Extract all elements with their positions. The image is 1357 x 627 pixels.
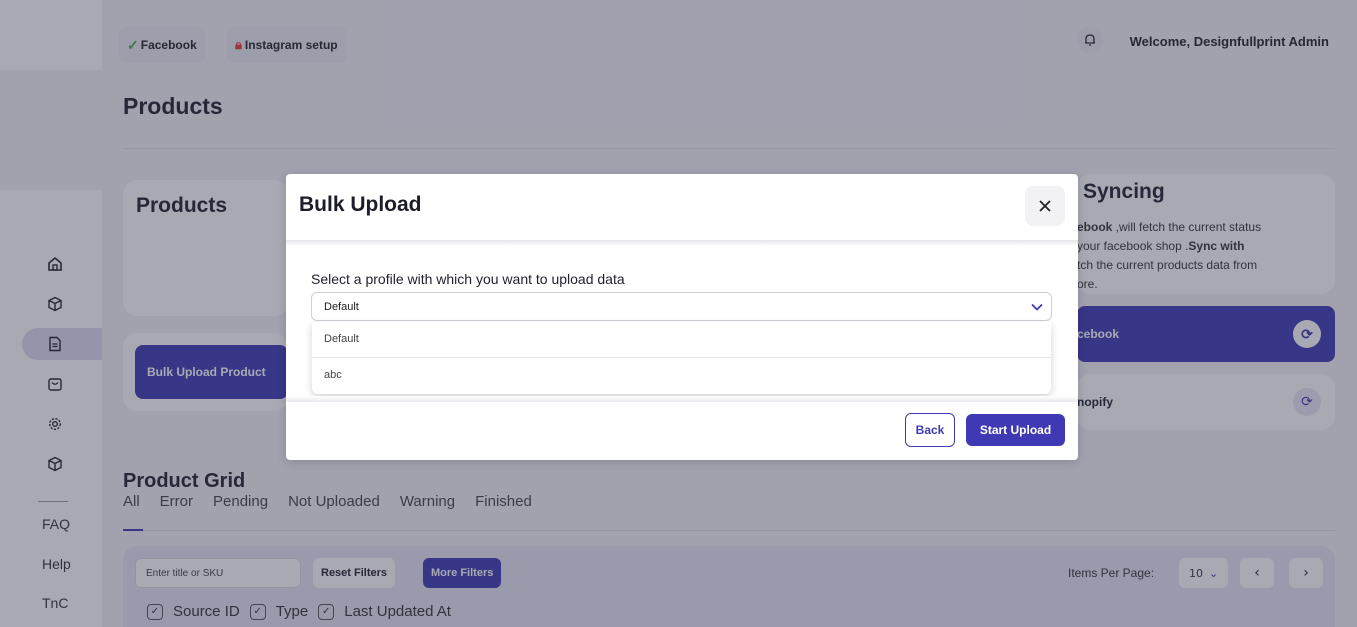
dropdown-option-abc[interactable]: abc — [312, 358, 1051, 394]
profile-dropdown: Default abc — [312, 322, 1051, 394]
close-icon[interactable] — [1025, 186, 1065, 226]
profile-select-value: Default — [324, 301, 359, 313]
profile-select[interactable]: Default — [311, 292, 1052, 321]
profile-select-label: Select a profile with which you want to … — [311, 271, 625, 287]
bulk-upload-modal: Bulk Upload Select a profile with which … — [286, 174, 1078, 460]
dropdown-option-default[interactable]: Default — [312, 322, 1051, 358]
modal-title: Bulk Upload — [299, 193, 422, 216]
back-button[interactable]: Back — [905, 413, 955, 447]
modal-header-divider — [286, 240, 1078, 246]
chevron-down-icon — [1031, 300, 1043, 314]
modal-footer-divider — [286, 396, 1078, 402]
start-upload-button[interactable]: Start Upload — [966, 414, 1065, 446]
